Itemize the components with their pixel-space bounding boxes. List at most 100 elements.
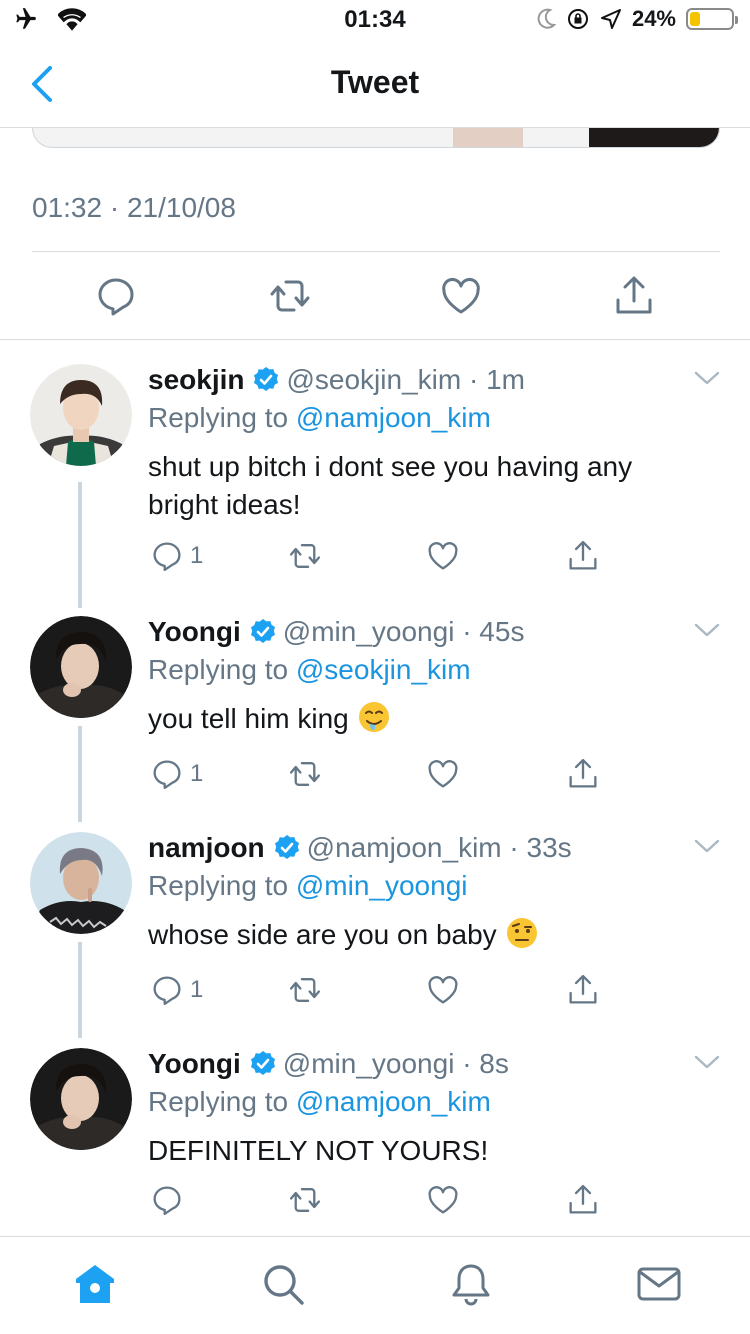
share-icon	[569, 540, 597, 570]
retweet-icon	[289, 762, 321, 786]
reply-header: namjoon @namjoon_kim · 33s	[148, 832, 572, 864]
avatar[interactable]	[30, 1048, 132, 1150]
battery-icon	[686, 8, 738, 30]
replying-to: Replying to @namjoon_kim	[148, 402, 491, 434]
notifications-icon[interactable]	[448, 1261, 494, 1307]
retweet-button[interactable]	[288, 756, 322, 792]
reply-button[interactable]	[150, 1182, 184, 1218]
mention-link[interactable]: @namjoon_kim	[296, 1086, 491, 1117]
search-icon[interactable]	[260, 1261, 306, 1307]
battery-percent: 24%	[631, 6, 676, 31]
reply-button[interactable]: 1	[150, 538, 203, 574]
handle-and-time: @namjoon_kim · 33s	[306, 832, 572, 863]
share-icon[interactable]	[612, 274, 656, 318]
mention-link[interactable]: @namjoon_kim	[296, 402, 491, 433]
retweet-button[interactable]	[288, 538, 322, 574]
tweet-text: shut up bitch i dont see you having any …	[148, 451, 633, 520]
share-icon	[569, 974, 597, 1004]
reply-button[interactable]: 1	[150, 972, 203, 1008]
reply-icon	[153, 1186, 181, 1216]
like-icon	[428, 760, 458, 788]
share-button[interactable]	[566, 1182, 600, 1218]
reply-icon	[153, 976, 181, 1006]
tab-bar	[0, 1236, 750, 1334]
mention-link[interactable]: @seokjin_kim	[296, 654, 471, 685]
reply-header: Yoongi @min_yoongi · 8s	[148, 1048, 509, 1080]
share-icon	[569, 758, 597, 788]
retweet-button[interactable]	[288, 972, 322, 1008]
reply-header: Yoongi @min_yoongi · 45s	[148, 616, 524, 648]
replying-to: Replying to @namjoon_kim	[148, 1086, 491, 1118]
retweet-icon	[289, 1188, 321, 1212]
tweet-action-bar	[0, 262, 750, 338]
share-button[interactable]	[566, 756, 600, 792]
reply-button[interactable]: 1	[150, 756, 203, 792]
reply-action-bar	[148, 1182, 608, 1222]
display-name[interactable]: Yoongi	[148, 616, 241, 648]
header: Tweet	[0, 40, 750, 128]
replying-prefix: Replying to	[148, 870, 289, 901]
reply-header: seokjin @seokjin_kim · 1m	[148, 364, 525, 396]
like-icon	[428, 542, 458, 570]
reply-count: 1	[190, 542, 204, 569]
reply-count: 1	[190, 760, 204, 787]
tweet-timestamp: 01:32 · 21/10/08	[32, 192, 236, 223]
thread-line	[78, 942, 82, 1038]
chevron-down-icon[interactable]	[694, 838, 720, 854]
location-icon	[600, 9, 621, 29]
like-button[interactable]	[426, 972, 460, 1008]
chevron-down-icon[interactable]	[694, 370, 720, 386]
replying-prefix: Replying to	[148, 654, 289, 685]
like-icon[interactable]	[439, 274, 483, 318]
like-button[interactable]	[426, 756, 460, 792]
orientation-lock-icon	[567, 9, 588, 29]
replying-to: Replying to @min_yoongi	[148, 870, 468, 902]
share-button[interactable]	[566, 538, 600, 574]
retweet-button[interactable]	[288, 1182, 322, 1218]
retweet-icon	[289, 978, 321, 1002]
avatar[interactable]	[30, 364, 132, 466]
reply-action-bar: 1	[148, 972, 608, 1012]
handle-and-time: @min_yoongi · 45s	[282, 616, 525, 647]
chevron-down-icon[interactable]	[694, 1054, 720, 1070]
verified-badge-icon	[274, 835, 299, 859]
like-button[interactable]	[426, 538, 460, 574]
status-bar-right: 24%	[536, 6, 738, 32]
tweet-media-image[interactable]	[32, 128, 720, 148]
verified-badge-icon	[250, 619, 275, 643]
retweet-icon	[289, 544, 321, 568]
chevron-down-icon[interactable]	[694, 622, 720, 638]
replying-to: Replying to @seokjin_kim	[148, 654, 471, 686]
reply-icon[interactable]	[94, 274, 138, 318]
share-button[interactable]	[566, 972, 600, 1008]
tweet-text: you tell him king	[148, 703, 349, 734]
messages-icon[interactable]	[636, 1261, 682, 1307]
drooling-face-emoji-icon	[358, 702, 389, 732]
like-button[interactable]	[426, 1182, 460, 1218]
verified-badge-icon	[250, 1051, 275, 1075]
thread-line	[78, 726, 82, 822]
avatar[interactable]	[30, 832, 132, 934]
share-icon	[569, 1184, 597, 1214]
tweet-text-row: you tell him king	[148, 700, 708, 738]
display-name[interactable]: Yoongi	[148, 1048, 241, 1080]
tweet-text: whose side are you on baby	[148, 919, 497, 950]
tweet-text-row: whose side are you on baby	[148, 916, 708, 954]
replying-prefix: Replying to	[148, 1086, 289, 1117]
retweet-icon[interactable]	[268, 274, 312, 318]
divider	[0, 339, 750, 340]
avatar[interactable]	[30, 616, 132, 718]
reply-action-bar: 1	[148, 756, 608, 796]
like-icon	[428, 976, 458, 1004]
display-name[interactable]: namjoon	[148, 832, 265, 864]
mention-link[interactable]: @min_yoongi	[296, 870, 468, 901]
display-name[interactable]: seokjin	[148, 364, 244, 396]
like-icon	[428, 1186, 458, 1214]
reply-count: 1	[190, 976, 204, 1003]
replying-prefix: Replying to	[148, 402, 289, 433]
handle-and-time: @seokjin_kim · 1m	[286, 364, 525, 395]
reply-icon	[153, 760, 181, 790]
verified-badge-icon	[254, 367, 279, 391]
home-icon[interactable]	[72, 1261, 118, 1307]
reply-icon	[153, 542, 181, 572]
